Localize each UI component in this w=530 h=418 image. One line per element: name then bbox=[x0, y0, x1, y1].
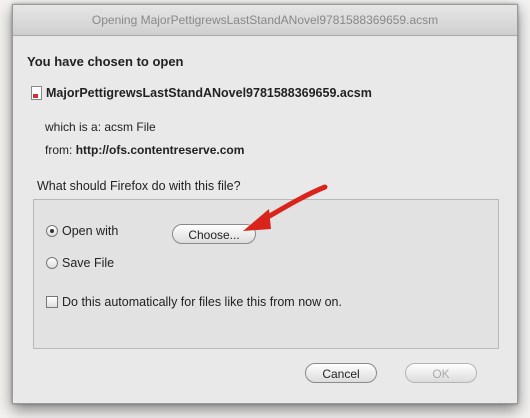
file-name: MajorPettigrewsLastStandANovel9781588369… bbox=[46, 86, 372, 100]
action-question: What should Firefox do with this file? bbox=[37, 179, 241, 193]
save-file-radio[interactable] bbox=[46, 257, 58, 269]
save-file-label[interactable]: Save File bbox=[62, 256, 114, 270]
file-source-line: from: http://ofs.contentreserve.com bbox=[45, 143, 244, 157]
ok-button[interactable]: OK bbox=[405, 363, 477, 383]
window-titlebar[interactable]: Opening MajorPettigrewsLastStandANovel97… bbox=[13, 5, 517, 36]
open-with-radio[interactable] bbox=[46, 225, 58, 237]
open-with-label[interactable]: Open with bbox=[62, 224, 118, 238]
auto-label[interactable]: Do this automatically for files like thi… bbox=[62, 295, 342, 309]
open-with-option[interactable]: Open with bbox=[46, 224, 118, 238]
save-file-option[interactable]: Save File bbox=[46, 256, 114, 270]
file-type-line: which is a: acsm File bbox=[45, 120, 156, 134]
dialog-heading: You have chosen to open bbox=[27, 54, 184, 69]
which-label: which is a: bbox=[45, 120, 102, 134]
auto-option[interactable]: Do this automatically for files like thi… bbox=[46, 295, 342, 309]
window-title: Opening MajorPettigrewsLastStandANovel97… bbox=[91, 13, 439, 27]
red-pointer-arrow-icon bbox=[243, 184, 328, 231]
file-row: MajorPettigrewsLastStandANovel9781588369… bbox=[31, 86, 372, 100]
from-label: from: bbox=[45, 143, 73, 157]
auto-checkbox[interactable] bbox=[46, 296, 58, 308]
open-file-dialog: Opening MajorPettigrewsLastStandANovel97… bbox=[12, 4, 518, 404]
acsm-file-icon bbox=[31, 86, 42, 100]
cancel-button[interactable]: Cancel bbox=[305, 363, 377, 383]
which-value: acsm File bbox=[104, 120, 156, 134]
screenshot-stage: Opening MajorPettigrewsLastStandANovel97… bbox=[0, 0, 530, 418]
from-value: http://ofs.contentreserve.com bbox=[75, 143, 245, 157]
